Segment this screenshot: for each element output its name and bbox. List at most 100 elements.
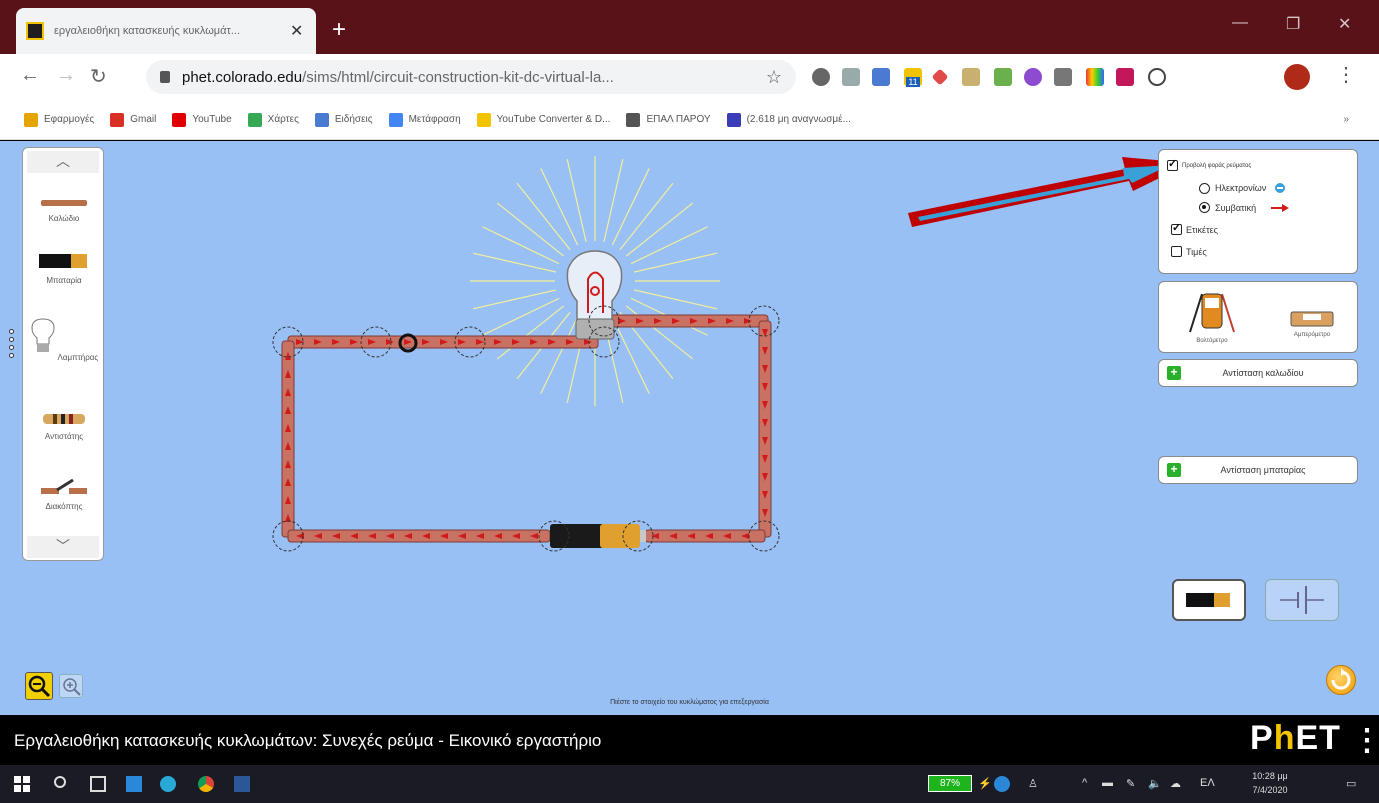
network-icon[interactable]: ▬ [1102,777,1113,789]
lifelike-mode-button[interactable] [1172,579,1246,621]
light-bulb-icon [31,318,55,352]
back-icon[interactable]: ← [20,64,40,87]
bookmark-item[interactable]: YouTube Converter & D... [476,112,611,127]
power-plug-icon[interactable]: ⚡ [978,777,992,790]
toolbox-switch[interactable]: Διακόπτης [23,478,105,511]
toolbox-wire[interactable]: Καλώδιο [23,198,105,223]
bookmark-label: YouTube Converter & D... [496,114,611,125]
bookmark-icon [476,112,491,127]
annotation-arrow [908,157,1190,227]
pen-icon[interactable]: ✎ [1126,777,1135,790]
extension-icon[interactable] [1148,68,1166,86]
edge-icon[interactable] [160,776,176,792]
extension-icon[interactable] [842,68,860,86]
search-icon[interactable] [54,776,66,788]
browser-menu-icon[interactable]: ⋮ [1336,62,1356,87]
toolbox-resistor[interactable]: Αντιστάτης [23,412,105,441]
bookmark-label: YouTube [192,114,232,125]
current-flow-label: Προβολή φοράς ρεύματος [1182,162,1252,169]
new-tab-button[interactable]: + [332,16,346,44]
extension-icon[interactable] [812,68,830,86]
schematic-mode-button[interactable] [1265,579,1339,621]
extension-icon[interactable] [931,68,949,86]
bookmark-item[interactable]: Εφαρμογές [24,112,95,127]
reload-icon[interactable]: ↻ [90,64,107,89]
tray-chevron-icon[interactable]: ^ [1082,777,1087,789]
electrons-radio[interactable]: Ηλεκτρονίων [1199,182,1288,194]
battery-indicator[interactable]: 87% [928,775,972,792]
page-dots[interactable] [9,329,15,361]
profile-avatar[interactable] [1284,64,1310,90]
forward-icon[interactable]: → [56,64,76,87]
radio-icon [1199,202,1210,213]
bookmark-item[interactable]: ΕΠΑΛ ΠΑΡΟΥ [626,112,711,127]
help-icon[interactable] [994,776,1010,792]
bookmark-item[interactable]: Χάρτες [247,112,299,127]
clock[interactable]: 10:28 μμ 7/4/2020 [1240,769,1300,797]
tab-close-icon[interactable]: ✕ [290,21,303,41]
extension-icon[interactable] [1024,68,1042,86]
task-view-icon[interactable] [90,776,106,792]
phet-logo[interactable]: PhET [1250,719,1341,758]
notifications-icon[interactable]: ▭ [1346,777,1356,790]
battery-resistance-accordion[interactable]: + Αντίσταση μπαταρίας [1158,456,1358,484]
expand-plus-icon[interactable]: + [1167,463,1181,477]
circuit-wires[interactable] [281,314,772,543]
extension-icon[interactable] [994,68,1012,86]
ammeter-tool[interactable]: Αμπερόμετρο [1277,308,1347,338]
file-explorer-icon[interactable] [126,776,142,792]
language-indicator[interactable]: ΕΛ [1200,777,1215,789]
minimize-icon[interactable]: — [1232,14,1248,32]
toolbox-scroll-down-icon[interactable]: ﹀ [27,536,99,558]
extension-badge-count: 11 [906,77,920,87]
toolbox-battery[interactable]: Μπαταρία [23,252,105,285]
zoom-in-button[interactable] [59,674,83,698]
wire-resistance-accordion[interactable]: + Αντίσταση καλωδίου [1158,359,1358,387]
chrome-icon[interactable] [198,776,214,792]
extension-icon[interactable] [1116,68,1134,86]
values-label: Τιμές [1186,246,1207,257]
toolbox-battery-label: Μπαταρία [46,276,82,285]
expand-plus-icon[interactable]: + [1167,366,1181,380]
browser-tab[interactable]: εργαλειοθήκη κατασκευής κυκλωμάτ... ✕ [16,8,316,54]
conventional-label: Συμβατική [1215,202,1257,213]
labels-checkbox[interactable]: Ετικέτες [1171,221,1218,235]
restore-icon[interactable]: ❐ [1286,14,1300,34]
battery-component[interactable] [550,524,646,548]
windows-start-icon[interactable] [14,776,30,792]
extension-icon[interactable] [1054,68,1072,86]
extension-icon[interactable] [1086,68,1104,86]
bookmark-label: Εφαρμογές [44,114,95,125]
phet-menu-icon[interactable]: ⋮ [1352,723,1379,758]
current-flow-checkbox[interactable]: Προβολή φοράς ρεύματος [1167,157,1252,171]
toolbox-scroll-up-icon[interactable]: ︿ [27,151,99,173]
toolbox-bulb[interactable]: Λαμπτήρας [23,316,105,362]
voltmeter-tool[interactable]: Βολτόμετρο [1177,288,1247,344]
extension-icon[interactable] [872,68,890,86]
bookmark-item[interactable]: YouTube [172,112,232,127]
close-window-icon[interactable]: ✕ [1338,14,1351,34]
reset-all-button[interactable] [1326,665,1356,695]
bookmark-icon [172,112,187,127]
bookmark-star-icon[interactable]: ☆ [766,67,782,88]
bookmark-item[interactable]: Μετάφραση [388,112,461,127]
people-icon[interactable]: ♙ [1028,777,1038,790]
extension-icon[interactable] [962,68,980,86]
conventional-radio[interactable]: Συμβατική [1199,202,1290,213]
word-icon[interactable] [234,776,250,792]
onedrive-icon[interactable]: ☁ [1170,777,1181,790]
bookmark-item[interactable]: (2.618 μη αναγνωσμέ... [726,112,851,127]
zoom-out-button[interactable] [25,672,53,700]
bookmarks-more-icon[interactable]: » [1343,114,1349,125]
current-flow-arrows [285,318,768,539]
extension-badge-icon[interactable]: 11 [904,68,922,87]
values-checkbox[interactable]: Τιμές [1171,246,1207,257]
bookmark-item[interactable]: Gmail [110,112,156,127]
bookmark-icon [247,112,262,127]
bookmark-item[interactable]: Ειδήσεις [314,112,373,127]
switch-icon [41,478,87,494]
address-bar[interactable]: phet.colorado.edu /sims/html/circuit-con… [146,60,796,94]
light-bulb-component[interactable] [566,250,623,340]
volume-icon[interactable]: 🔈 [1148,777,1162,790]
labels-label: Ετικέτες [1186,224,1218,235]
